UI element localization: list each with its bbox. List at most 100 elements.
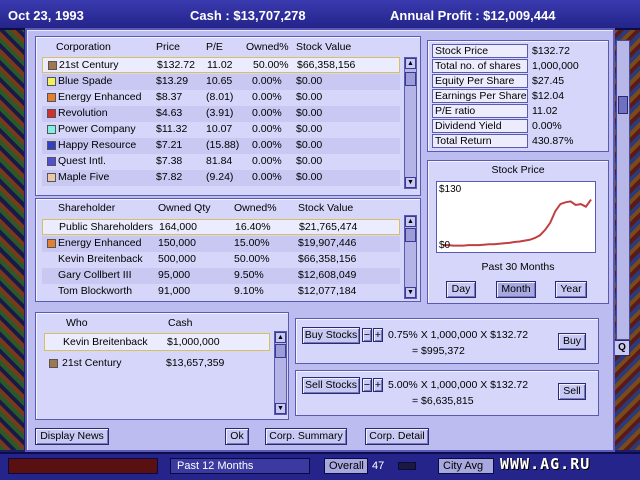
stock-market-dialog: Corporation Price P/E Owned% Stock Value… [25, 28, 615, 452]
corporation-price: $8.37 [156, 91, 183, 103]
price-line [443, 199, 592, 247]
period-day-button[interactable]: Day [446, 281, 476, 298]
bottom-progress-bar [8, 458, 158, 474]
shareholder-row[interactable]: Kevin Breitenback 500,000 50.00% $66,358… [42, 252, 400, 268]
corporation-owned: 0.00% [252, 107, 282, 119]
stat-earnings-per-share: Earnings Per Share $12.04 [432, 89, 605, 104]
scroll-thumb[interactable] [405, 72, 416, 86]
scroll-down-icon[interactable]: ▼ [275, 403, 286, 414]
past-12-months-label: Past 12 Months [170, 458, 310, 474]
shareholder-scrollbar[interactable]: ▲ ▼ [404, 215, 417, 299]
shareholder-table: Shareholder Owned Qty Owned% Stock Value… [35, 198, 421, 302]
cash-owner-name: 21st Century [62, 357, 122, 369]
buy-stocks-label: Buy Stocks [302, 327, 360, 344]
corporation-owned: 0.00% [252, 155, 282, 167]
corporation-pe: (9.24) [206, 171, 234, 183]
shareholder-row[interactable]: Tom Blockworth 91,000 9.10% $12,077,184 [42, 284, 400, 300]
corporation-color-swatch [47, 157, 56, 166]
shareholder-row[interactable]: Energy Enhanced 150,000 15.00% $19,907,4… [42, 236, 400, 252]
cash-scrollbar[interactable]: ▲ ▼ [274, 331, 287, 415]
corporation-name: Energy Enhanced [58, 91, 142, 103]
col-header-pe: P/E [206, 41, 223, 53]
cash-row[interactable]: 21st Century $13,657,359 [44, 355, 270, 373]
stat-dividend-yield: Dividend Yield 0.00% [432, 119, 605, 134]
shareholder-name: Public Shareholders [59, 221, 153, 233]
scroll-up-icon[interactable]: ▲ [275, 332, 286, 343]
corporation-row[interactable]: Happy Resource $7.21 (15.88) 0.00% $0.00 [42, 138, 400, 154]
sell-button[interactable]: Sell [558, 383, 586, 400]
stock-price-chart: $130 $0 [439, 184, 592, 251]
shareholder-stock-value: $21,765,474 [299, 221, 358, 233]
corporation-stock-value: $0.00 [296, 139, 323, 151]
corporation-name: Power Company [58, 123, 136, 135]
corporation-color-swatch [47, 109, 56, 118]
corporation-row[interactable]: Revolution $4.63 (3.91) 0.00% $0.00 [42, 106, 400, 122]
shareholder-name: Tom Blockworth [58, 285, 133, 297]
sell-decrease-button[interactable]: − [362, 378, 372, 392]
ok-button[interactable]: Ok [225, 428, 249, 445]
col-header-owned: Owned% [246, 41, 289, 53]
shareholder-owned: 15.00% [234, 237, 270, 249]
corporation-row[interactable]: Quest Intl. $7.38 81.84 0.00% $0.00 [42, 154, 400, 170]
scroll-down-icon[interactable]: ▼ [405, 177, 416, 188]
scroll-thumb[interactable] [405, 228, 416, 242]
sell-total: = $6,635,815 [412, 395, 474, 407]
corporation-name: Maple Five [58, 171, 110, 183]
corporation-price: $7.38 [156, 155, 183, 167]
buy-increase-button[interactable]: + [373, 328, 383, 342]
shareholder-qty: 150,000 [158, 237, 196, 249]
cash-display: Cash : $13,707,278 [190, 8, 306, 23]
stock-price-chart-panel: Stock Price $130 $0 Past 30 Months Day M… [427, 160, 609, 304]
scroll-thumb[interactable] [275, 344, 286, 358]
corporation-color-swatch [47, 141, 56, 150]
corporation-pe: 11.02 [207, 59, 233, 71]
col-header-price: Price [156, 41, 180, 53]
period-month-button[interactable]: Month [496, 281, 536, 298]
corporation-price: $7.82 [156, 171, 183, 183]
query-button[interactable]: Q [614, 340, 630, 356]
corporation-owned: 0.00% [252, 123, 282, 135]
corporation-price: $132.72 [157, 59, 195, 71]
col-header-cash: Cash [168, 317, 193, 329]
y-max-label: $130 [439, 184, 462, 195]
game-map-left [0, 30, 24, 450]
period-year-button[interactable]: Year [555, 281, 587, 298]
col-header-corporation: Corporation [56, 41, 111, 53]
corporation-scrollbar[interactable]: ▲ ▼ [404, 57, 417, 189]
cash-owner-name: Kevin Breitenback [63, 336, 148, 348]
shareholder-stock-value: $12,608,049 [298, 269, 357, 281]
annual-profit-display: Annual Profit : $12,009,444 [390, 8, 556, 23]
corporation-color-swatch [47, 173, 56, 182]
col-header-stock-value: Stock Value [298, 202, 354, 214]
overall-meter [398, 462, 416, 470]
map-scrollbar[interactable] [616, 40, 630, 340]
shareholder-qty: 500,000 [158, 253, 196, 265]
shareholder-name: Kevin Breitenback [58, 253, 143, 265]
scroll-down-icon[interactable]: ▼ [405, 287, 416, 298]
cash-color-swatch [49, 359, 58, 368]
chart-area: $130 $0 [436, 181, 596, 253]
corporation-table: Corporation Price P/E Owned% Stock Value… [35, 36, 421, 196]
corporation-name: Quest Intl. [58, 155, 106, 167]
buy-decrease-button[interactable]: − [362, 328, 372, 342]
corporation-row[interactable]: Power Company $11.32 10.07 0.00% $0.00 [42, 122, 400, 138]
shareholder-row[interactable]: Gary Collbert III 95,000 9.50% $12,608,0… [42, 268, 400, 284]
corp-detail-button[interactable]: Corp. Detail [365, 428, 429, 445]
buy-button[interactable]: Buy [558, 333, 586, 350]
map-scroll-thumb[interactable] [618, 96, 628, 114]
display-news-button[interactable]: Display News [35, 428, 109, 445]
corp-summary-button[interactable]: Corp. Summary [265, 428, 347, 445]
shareholder-row[interactable]: Public Shareholders 164,000 16.40% $21,7… [42, 219, 400, 235]
shareholder-name: Gary Collbert III [58, 269, 132, 281]
cash-row[interactable]: Kevin Breitenback $1,000,000 [44, 333, 270, 351]
corporation-pe: 81.84 [206, 155, 233, 167]
corporation-row[interactable]: Energy Enhanced $8.37 (8.01) 0.00% $0.00 [42, 90, 400, 106]
sell-increase-button[interactable]: + [373, 378, 383, 392]
corporation-price: $11.32 [156, 123, 188, 135]
corporation-row[interactable]: Maple Five $7.82 (9.24) 0.00% $0.00 [42, 170, 400, 186]
scroll-up-icon[interactable]: ▲ [405, 58, 416, 69]
col-header-stock-value: Stock Value [296, 41, 352, 53]
corporation-row[interactable]: 21st Century $132.72 11.02 50.00% $66,35… [42, 57, 400, 73]
scroll-up-icon[interactable]: ▲ [405, 216, 416, 227]
corporation-row[interactable]: Blue Spade $13.29 10.65 0.00% $0.00 [42, 74, 400, 90]
